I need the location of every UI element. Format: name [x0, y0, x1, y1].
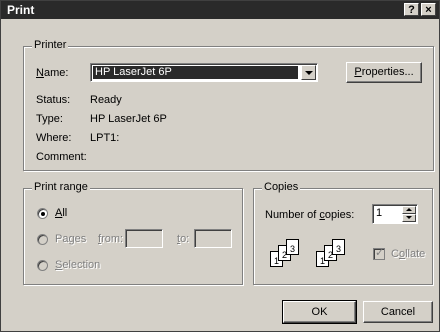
- number-of-copies-label: Number of copies:: [265, 209, 355, 221]
- comment-label: Comment:: [36, 151, 87, 163]
- to-label: to:: [177, 233, 190, 245]
- chevron-down-icon[interactable]: [301, 65, 316, 80]
- to-field[interactable]: [194, 229, 232, 248]
- properties-button[interactable]: Properties...: [346, 62, 422, 83]
- print-range-group: Print range All Pages from: to: Selectio…: [23, 181, 243, 285]
- copies-group: Copies Number of copies: 1 1 2 3 1 2 3 C…: [253, 181, 433, 285]
- ok-button[interactable]: OK: [282, 300, 357, 324]
- cancel-button[interactable]: Cancel: [363, 301, 433, 323]
- print-range-group-label: Print range: [32, 181, 90, 193]
- all-radio[interactable]: [37, 208, 48, 219]
- spin-up-icon[interactable]: [402, 206, 416, 214]
- selection-label: Selection: [55, 259, 101, 271]
- help-button[interactable]: ?: [404, 3, 419, 16]
- type-value: HP LaserJet 6P: [90, 113, 167, 125]
- title-bar[interactable]: Print ? ×: [1, 1, 439, 19]
- dialog-title: Print: [7, 3, 35, 17]
- number-of-copies-value: 1: [376, 207, 383, 219]
- from-label: from:: [98, 233, 124, 245]
- printer-group: Printer Name: HP LaserJet 6P Properties.…: [23, 39, 434, 171]
- copies-group-label: Copies: [262, 181, 301, 193]
- printer-name-combo[interactable]: HP LaserJet 6P: [90, 63, 318, 82]
- pages-radio[interactable]: [37, 234, 48, 245]
- printer-group-label: Printer: [32, 39, 69, 51]
- printer-name-value: HP LaserJet 6P: [93, 66, 298, 79]
- collate-checkbox[interactable]: [373, 246, 385, 260]
- where-value: LPT1:: [90, 132, 120, 144]
- print-dialog: Print ? × Printer Name: HP LaserJet 6P P…: [0, 0, 440, 332]
- status-label: Status:: [36, 94, 71, 106]
- selection-radio[interactable]: [37, 260, 48, 271]
- collate-pages-icon: 1 2 3: [270, 237, 310, 273]
- collate-pages-icon-2: 1 2 3: [316, 237, 356, 273]
- collate-label: Collate: [391, 248, 426, 260]
- spin-down-icon[interactable]: [402, 214, 416, 222]
- page-3-icon: 3: [332, 239, 345, 255]
- type-label: Type:: [36, 113, 63, 125]
- where-label: Where:: [36, 132, 72, 144]
- pages-label: Pages: [55, 233, 87, 245]
- close-button[interactable]: ×: [421, 3, 436, 16]
- all-label: All: [55, 207, 68, 219]
- printer-name-label: Name:: [36, 67, 69, 79]
- status-value: Ready: [90, 94, 122, 106]
- from-field[interactable]: [125, 229, 163, 248]
- number-of-copies-spinner[interactable]: 1: [372, 204, 418, 224]
- page-3-icon: 3: [286, 239, 299, 255]
